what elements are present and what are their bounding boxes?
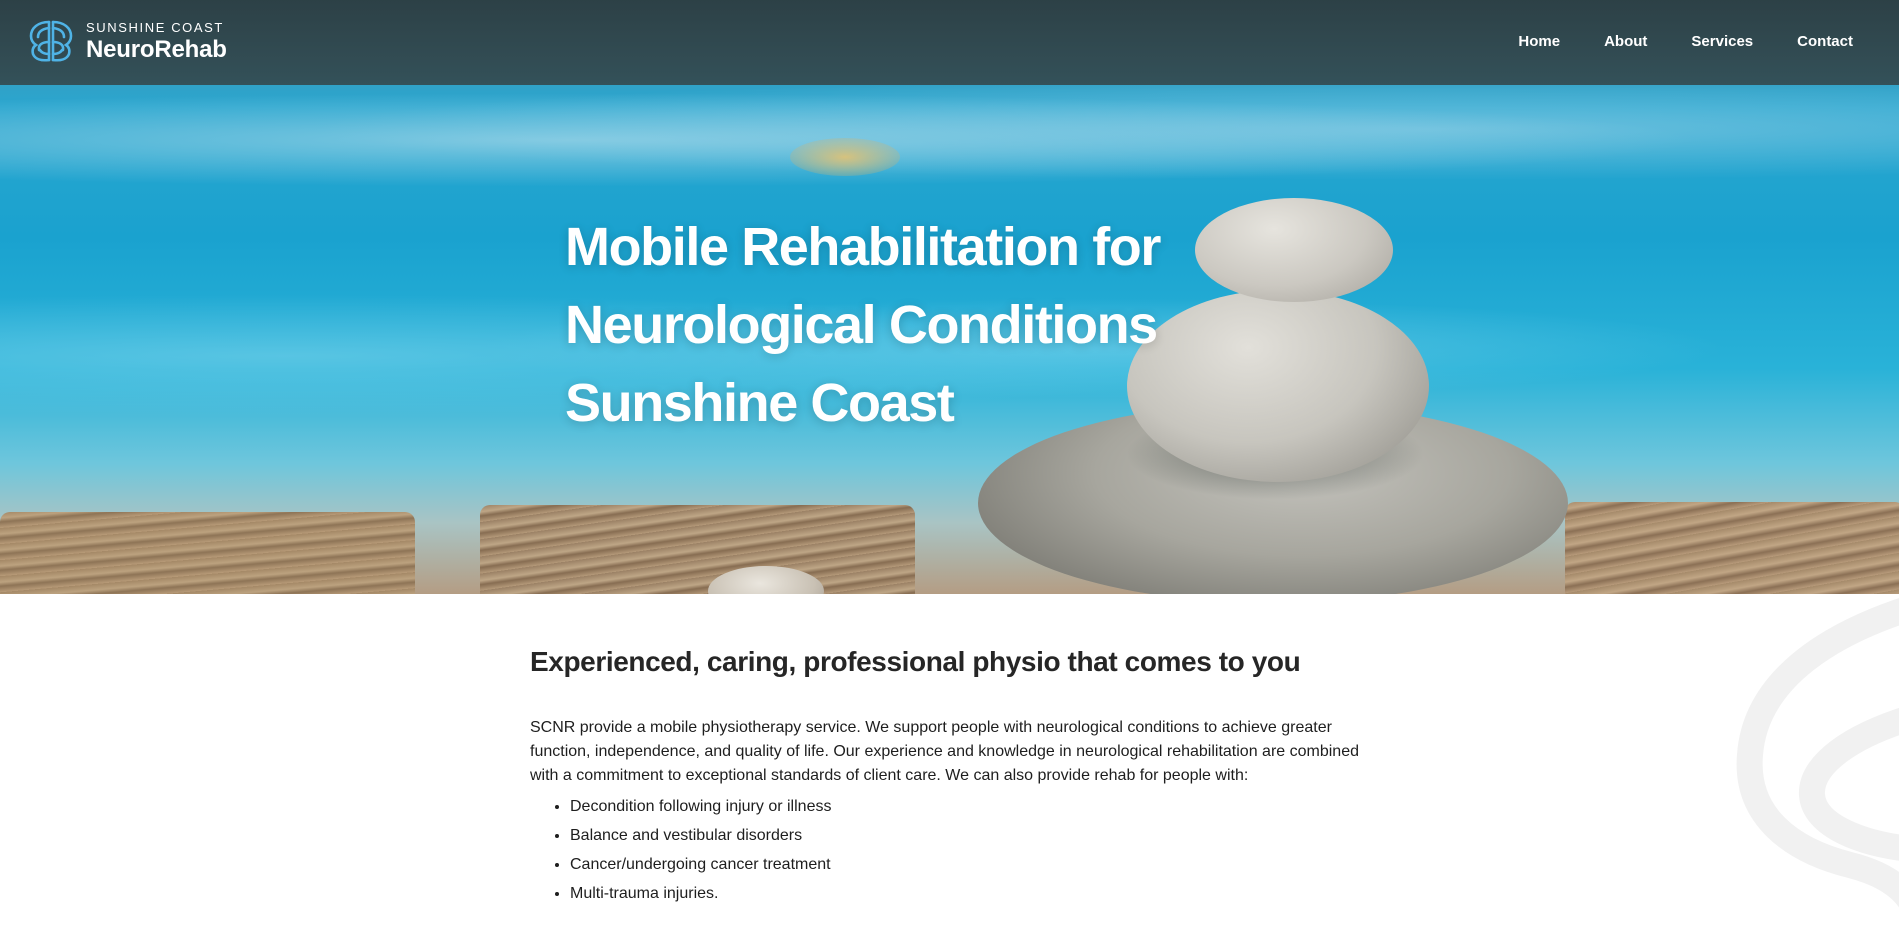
- brain-watermark-icon: [1736, 598, 1899, 908]
- hero-wood-plank: [1565, 502, 1899, 594]
- nav-about-link[interactable]: About: [1604, 33, 1647, 50]
- brain-logo-icon: [29, 20, 73, 62]
- hero-banner: Mobile Rehabilitation for Neurological C…: [0, 0, 1899, 594]
- hero-title-line: Mobile Rehabilitation for: [565, 217, 1161, 277]
- logo-tagline: SUNSHINE COAST: [86, 19, 224, 35]
- hero-wood-plank: [0, 512, 415, 594]
- logo-name: NeuroRehab: [86, 35, 227, 63]
- intro-paragraph: SCNR provide a mobile physiotherapy serv…: [530, 719, 1359, 784]
- hero-title-line: Neurological Conditions: [565, 295, 1158, 355]
- main-content: Experienced, caring, professional physio…: [530, 640, 1360, 908]
- conditions-list: Decondition following injury or illness …: [530, 792, 1360, 908]
- nav-contact-link[interactable]: Contact: [1797, 33, 1853, 50]
- logo-text: SUNSHINE COAST NeuroRehab: [86, 21, 227, 62]
- hero-wood-plank: [480, 505, 915, 594]
- site-logo-link[interactable]: SUNSHINE COAST NeuroRehab: [28, 18, 227, 64]
- hero-title-line: Sunshine Coast: [565, 373, 955, 433]
- main-nav: Home About Services Contact: [1474, 33, 1853, 50]
- list-item: Decondition following injury or illness: [570, 792, 1360, 821]
- section-heading: Experienced, caring, professional physio…: [530, 646, 1301, 677]
- hero-title: Mobile Rehabilitation for Neurological C…: [565, 208, 1265, 442]
- hero-background-island: [790, 138, 900, 176]
- site-header: SUNSHINE COAST NeuroRehab Home About Ser…: [0, 0, 1899, 85]
- list-item: Cancer/undergoing cancer treatment: [570, 850, 1360, 879]
- list-item: Balance and vestibular disorders: [570, 821, 1360, 850]
- nav-services-link[interactable]: Services: [1691, 33, 1753, 50]
- nav-home-link[interactable]: Home: [1518, 33, 1560, 50]
- list-item: Multi-trauma injuries.: [570, 879, 1360, 908]
- hero-background-haze: [0, 85, 1899, 195]
